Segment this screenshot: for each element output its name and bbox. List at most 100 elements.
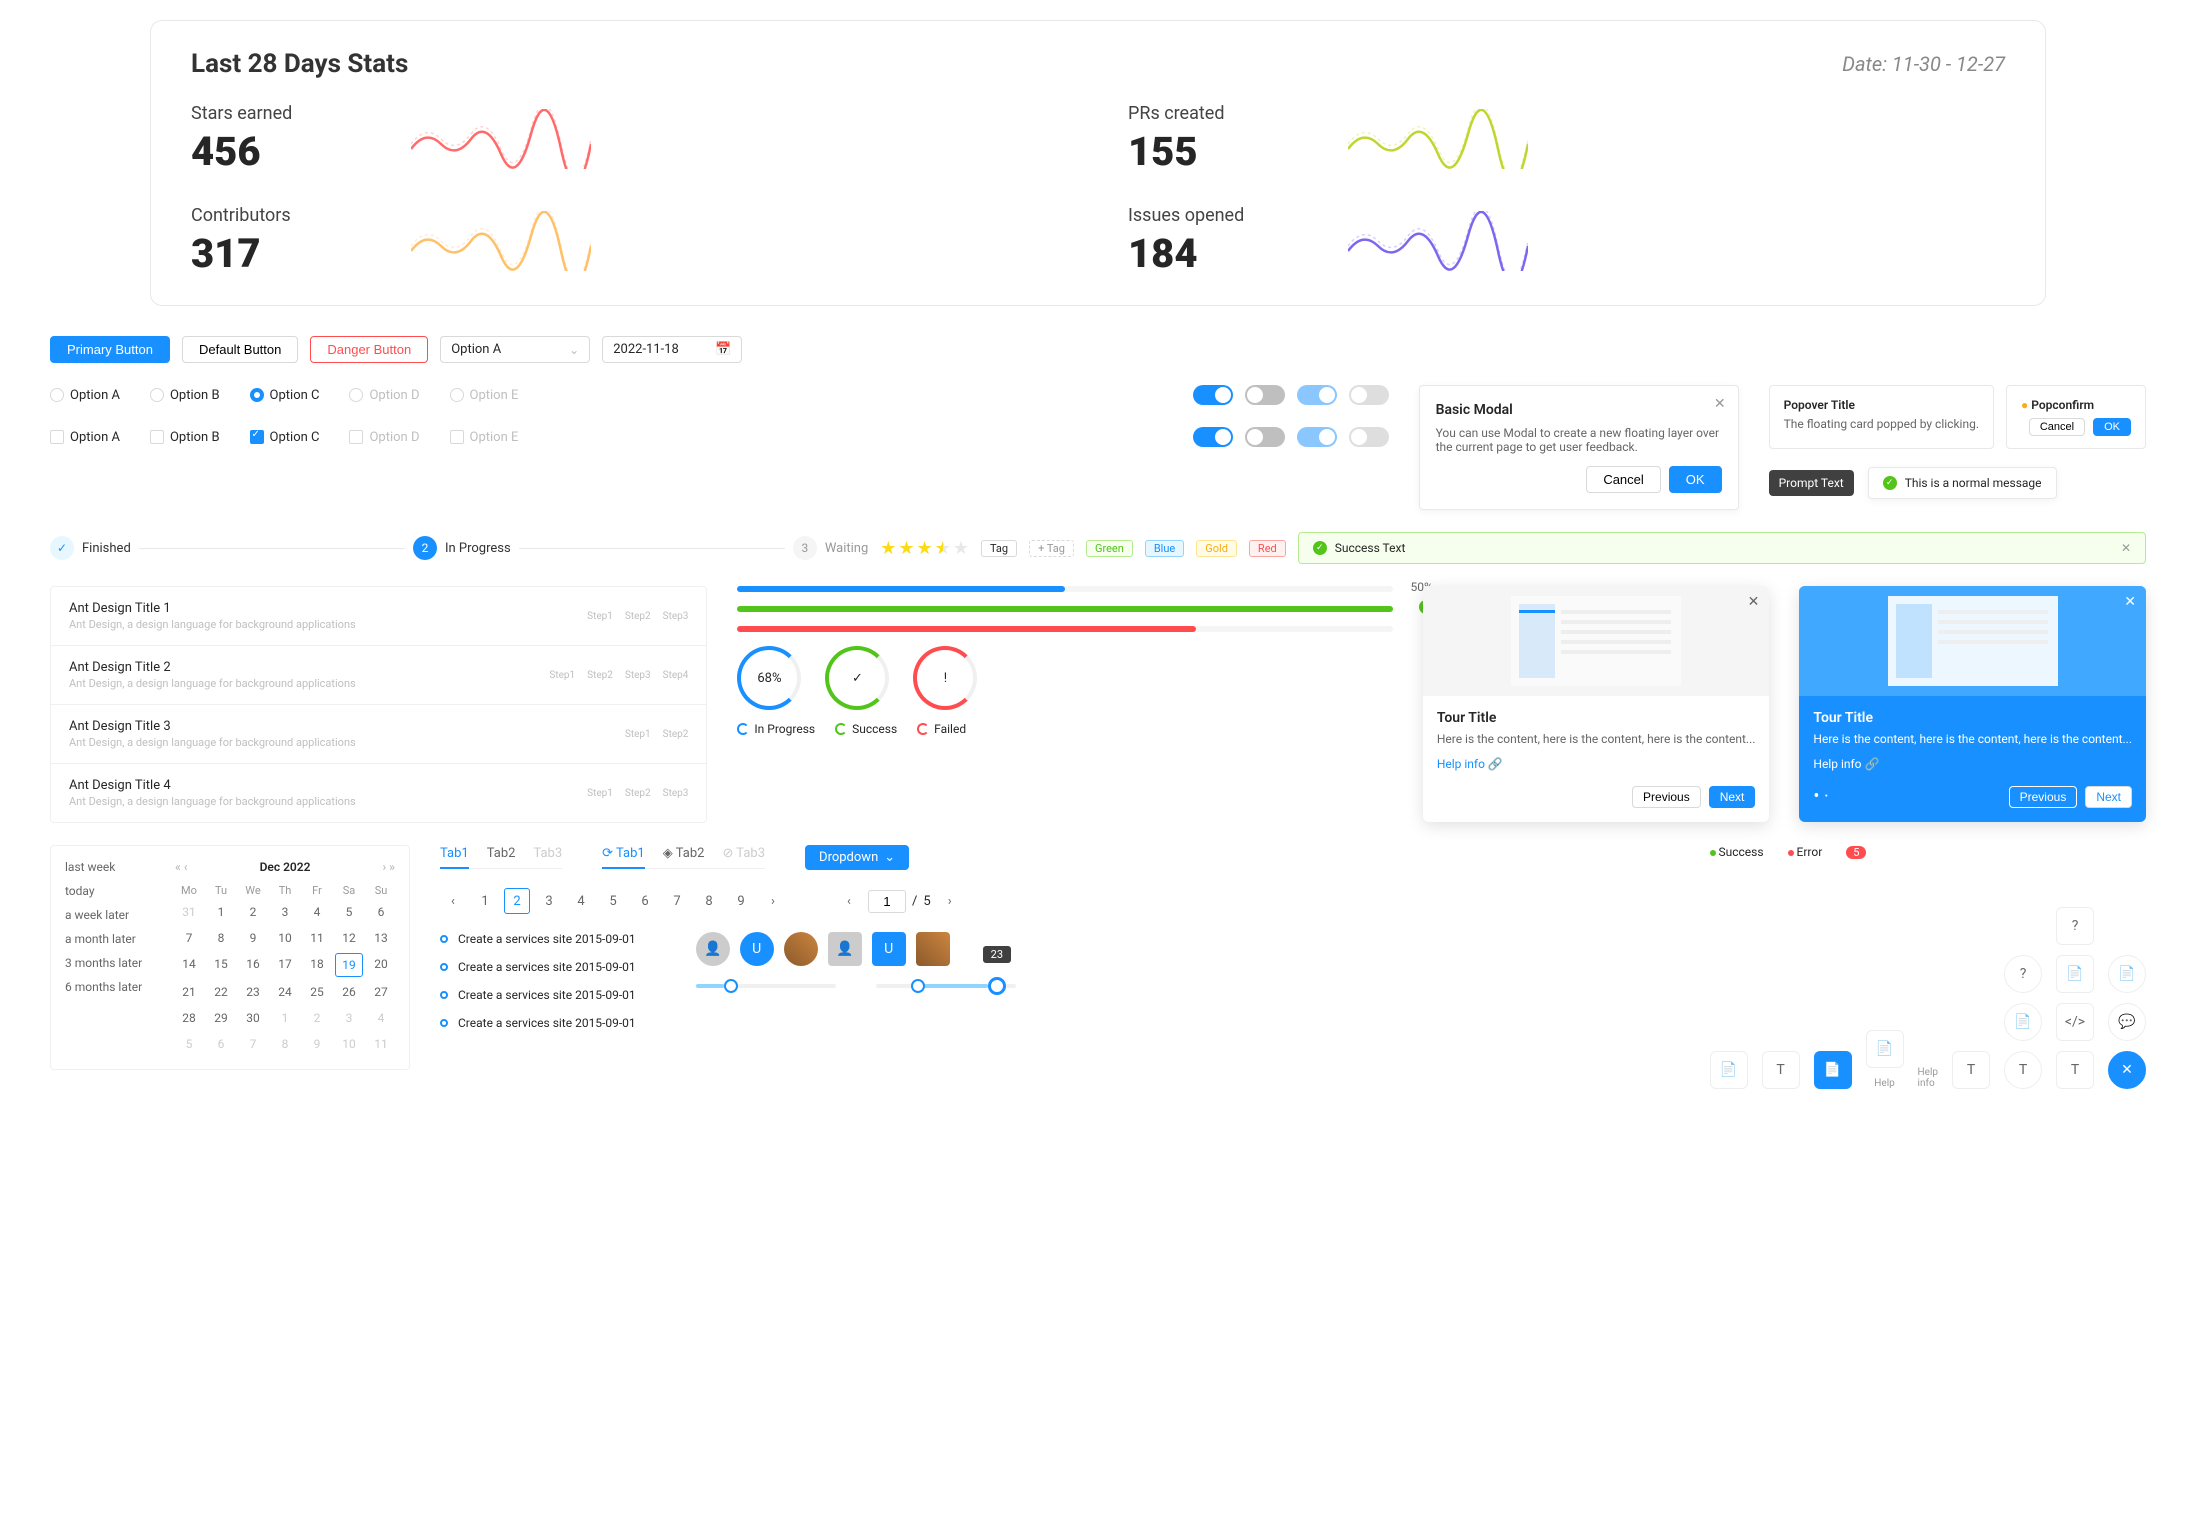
calendar-day[interactable]: 4 [303, 901, 331, 923]
calendar-day[interactable]: 10 [271, 927, 299, 949]
chat-icon[interactable]: 💬 [2108, 1003, 2146, 1041]
checkbox-option[interactable]: Option B [150, 430, 220, 445]
calendar-day[interactable]: 4 [367, 1007, 395, 1029]
calendar-day[interactable]: 7 [175, 927, 203, 949]
list-item[interactable]: Ant Design Title 2Ant Design, a design l… [51, 646, 706, 705]
calendar-preset[interactable]: 3 months later [65, 956, 155, 970]
calendar-day[interactable]: 24 [271, 981, 299, 1003]
star-icon[interactable]: ★ [953, 538, 969, 559]
calendar-day[interactable]: 10 [335, 1033, 363, 1055]
calendar-day[interactable]: 8 [207, 927, 235, 949]
calendar-preset[interactable]: 6 months later [65, 980, 155, 994]
calendar-day[interactable]: 13 [367, 927, 395, 949]
close-icon[interactable]: ✕ [1714, 396, 1726, 412]
calendar-preset[interactable]: a month later [65, 932, 155, 946]
help-icon[interactable]: ? [2004, 955, 2042, 993]
dropdown-button[interactable]: Dropdown⌄ [805, 845, 909, 870]
tour-next-button[interactable]: Next [2085, 786, 2132, 808]
popconfirm-ok[interactable]: OK [2093, 418, 2131, 436]
slider[interactable] [696, 984, 836, 988]
file-icon[interactable]: 📄 [1710, 1051, 1748, 1089]
calendar-day[interactable]: 9 [303, 1033, 331, 1055]
tag-blue[interactable]: Blue [1145, 540, 1184, 557]
tag-red[interactable]: Red [1249, 540, 1286, 557]
prev-month-icon[interactable]: ‹ [184, 860, 188, 874]
radio-option[interactable]: Option B [150, 388, 220, 403]
calendar-day[interactable]: 25 [303, 981, 331, 1003]
star-icon[interactable]: ★ [917, 538, 933, 559]
select-dropdown[interactable]: Option A ⌄ [440, 336, 590, 363]
calendar-day[interactable]: 2 [303, 1007, 331, 1029]
radio-option[interactable]: Option C [250, 388, 320, 403]
page-number[interactable]: 4 [568, 888, 594, 914]
calendar-day[interactable]: 19 [335, 953, 363, 977]
switch-toggle[interactable] [1297, 427, 1337, 447]
file-icon[interactable]: 📄 [1814, 1051, 1852, 1089]
list-item[interactable]: Ant Design Title 1Ant Design, a design l… [51, 587, 706, 646]
page-number[interactable]: 8 [696, 888, 722, 914]
calendar-day[interactable]: 12 [335, 927, 363, 949]
calendar-day[interactable]: 5 [335, 901, 363, 923]
tab[interactable]: Tab1 [440, 846, 469, 869]
popconfirm-cancel[interactable]: Cancel [2029, 418, 2085, 436]
tab[interactable]: ⟳ Tab1 [602, 846, 645, 869]
calendar-preset[interactable]: today [65, 884, 155, 898]
tour-previous-button[interactable]: Previous [1632, 786, 1701, 808]
file-icon[interactable]: 📄 [2004, 1003, 2042, 1041]
page-number[interactable]: 9 [728, 888, 754, 914]
list-item[interactable]: Ant Design Title 4Ant Design, a design l… [51, 764, 706, 822]
rating-stars[interactable]: ★★★★★★ [880, 538, 969, 559]
switch-toggle[interactable] [1245, 427, 1285, 447]
calendar-day[interactable]: 5 [175, 1033, 203, 1055]
calendar-day[interactable]: 3 [335, 1007, 363, 1029]
next-page-icon[interactable]: › [937, 888, 963, 914]
calendar-day[interactable]: 18 [303, 953, 331, 977]
text-icon[interactable]: T [2056, 1051, 2094, 1089]
primary-button[interactable]: Primary Button [50, 336, 170, 363]
prev-page-icon[interactable]: ‹ [440, 888, 466, 914]
modal-cancel-button[interactable]: Cancel [1586, 466, 1660, 493]
page-number[interactable]: 1 [472, 888, 498, 914]
help-icon[interactable]: ? [2056, 907, 2094, 945]
star-icon[interactable]: ★ [898, 538, 914, 559]
calendar-day[interactable]: 29 [207, 1007, 235, 1029]
calendar-day[interactable]: 27 [367, 981, 395, 1003]
page-number[interactable]: 3 [536, 888, 562, 914]
add-tag-button[interactable]: + Tag [1029, 540, 1074, 557]
default-button[interactable]: Default Button [182, 336, 298, 363]
switch-toggle[interactable] [1245, 385, 1285, 405]
calendar-day[interactable]: 21 [175, 981, 203, 1003]
tour-help-link[interactable]: Help info 🔗 [1813, 757, 1879, 771]
prev-year-icon[interactable]: « [175, 860, 181, 874]
calendar-preset[interactable]: last week [65, 860, 155, 874]
calendar-day[interactable]: 28 [175, 1007, 203, 1029]
calendar-day[interactable]: 2 [239, 901, 267, 923]
checkbox-option[interactable]: Option A [50, 430, 120, 445]
page-number[interactable]: 6 [632, 888, 658, 914]
date-range-picker[interactable]: last weektodaya week latera month later3… [50, 845, 410, 1070]
calendar-day[interactable]: 6 [367, 901, 395, 923]
calendar-day[interactable]: 3 [271, 901, 299, 923]
date-picker[interactable]: 2022-11-18 📅 [602, 336, 742, 363]
file-icon[interactable]: 📄 [2056, 955, 2094, 993]
code-icon[interactable]: </> [2056, 1003, 2094, 1041]
tag[interactable]: Tag [981, 540, 1017, 557]
calendar-day[interactable]: 7 [239, 1033, 267, 1055]
text-icon[interactable]: T [1952, 1051, 1990, 1089]
tab[interactable]: Tab2 [487, 846, 516, 862]
calendar-day[interactable]: 8 [271, 1033, 299, 1055]
calendar-day[interactable]: 31 [175, 901, 203, 923]
calendar-day[interactable]: 20 [367, 953, 395, 977]
tour-next-button[interactable]: Next [1709, 786, 1756, 808]
file-icon[interactable]: 📄 [2108, 955, 2146, 993]
next-page-icon[interactable]: › [760, 888, 786, 914]
calendar-day[interactable]: 17 [271, 953, 299, 977]
slider-thumb[interactable] [724, 979, 738, 993]
close-icon[interactable]: ✕ [2124, 594, 2136, 610]
star-icon[interactable]: ★ [880, 538, 896, 559]
list-item[interactable]: Ant Design Title 3Ant Design, a design l… [51, 705, 706, 764]
switch-toggle[interactable] [1349, 385, 1389, 405]
calendar-day[interactable]: 1 [207, 901, 235, 923]
close-icon[interactable]: ✕ [1748, 594, 1760, 610]
close-icon[interactable]: ✕ [2121, 541, 2131, 555]
